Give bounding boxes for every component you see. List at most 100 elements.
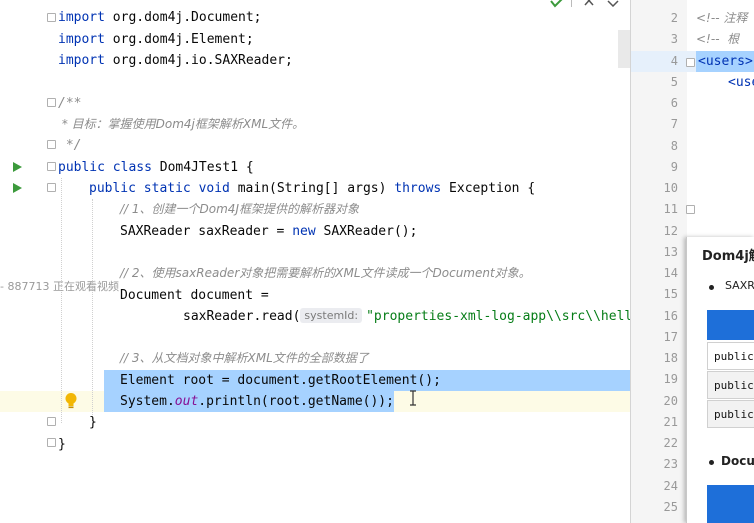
fold-marker[interactable] [47,98,56,107]
line-number: 20 [663,394,678,408]
xml-tag-user: <use [728,75,754,90]
keyword: throws [394,181,442,196]
line-number: 13 [663,245,678,259]
line-number: 6 [670,96,678,110]
code-text: saxReader.read( [183,309,301,324]
line-number: 9 [670,160,678,174]
code-line: System.out.println(root.getName()); [120,391,394,412]
fold-marker[interactable] [686,58,695,67]
line-number: 12 [663,224,678,238]
viewer-overlay: - 887713 正在观看视频 [0,280,119,293]
close-icon[interactable] [583,0,595,7]
line-number: 8 [670,139,678,153]
code-comment: // 3、从文档对象中解析XML文件的全部数据了 [120,351,369,365]
line-number: 7 [670,117,678,131]
fold-marker[interactable] [47,162,56,171]
xml-tag-users: <users> [696,51,754,72]
line-number: 18 [663,351,678,365]
code-line: } [89,415,97,430]
line-number: 5 [670,75,678,89]
doc-comment: * 目标：掌握使用Dom4j框架解析XML文件。 [58,117,305,131]
fold-marker[interactable] [47,13,56,22]
code-text: System. [120,394,175,409]
text-cursor-icon [410,390,416,406]
run-class-icon[interactable] [13,162,22,172]
table-cell: public [707,342,754,370]
keyword: new [292,224,316,239]
editor-scrollbar[interactable] [618,30,630,68]
line-number: 14 [663,266,678,280]
line-number: 21 [663,415,678,429]
code-text: Exception { [441,181,536,196]
code-line: import org.dom4j.Element; [58,29,254,50]
keyword: import [58,10,105,25]
doc-comment: */ [58,138,82,153]
parameter-hint: systemId: [300,308,363,323]
check-icon[interactable] [549,0,565,8]
line-number: 11 [663,202,678,216]
code-text: Dom4JTest1 { [151,160,254,175]
line-number: 4 [670,54,678,68]
code-text: org.dom4j.Element; [104,32,254,47]
documentation-panel: Dom4j解 SAXR public public public Docu [686,237,754,523]
indent-guide [61,178,62,423]
line-number: 22 [663,436,678,450]
code-text: SAXReader saxReader = [120,224,293,239]
main-editor[interactable]: import org.dom4j.Document; import org.do… [0,0,630,523]
static-field: out [174,394,199,409]
line-number: 10 [663,181,678,195]
code-line: import org.dom4j.io.SAXReader; [58,50,293,71]
code-line: import org.dom4j.Document; [58,7,262,28]
line-number: 2 [670,11,678,25]
fold-marker[interactable] [47,183,56,192]
line-number: 15 [663,287,678,301]
panel-title: Dom4j解 [702,249,754,264]
code-text: main(String[] args) [229,181,395,196]
keyword: public class [58,160,152,175]
fold-marker[interactable] [47,417,56,426]
fold-marker[interactable] [47,438,56,447]
indent-guide [92,199,93,423]
code-line: public class Dom4JTest1 { [58,157,254,178]
line-number: 24 [663,479,678,493]
table-header [707,310,754,340]
bullet-text: SAXR [725,279,754,292]
run-main-icon[interactable] [13,183,22,193]
code-line: SAXReader saxReader = new SAXReader(); [120,221,417,242]
line-number: 23 [663,457,678,471]
code-line: } [58,437,66,452]
bullet-text: Docu [721,454,754,468]
table-header [707,485,754,523]
code-text: org.dom4j.io.SAXReader; [104,53,293,68]
xml-comment: <!-- 根 [696,32,740,46]
code-line: public static void main(String[] args) t… [89,178,535,199]
fold-marker[interactable] [47,140,56,149]
code-line: saxReader.read(systemId: "properties-xml-… [183,306,630,327]
code-text: SAXReader(); [315,224,418,239]
code-comment: // 2、使用saxReader对象把需要解析的XML文件读成一个Documen… [120,266,531,280]
doc-comment: /** [58,96,82,111]
lightbulb-icon[interactable] [64,392,78,410]
fold-marker[interactable] [686,205,695,214]
line-number: 25 [663,500,678,514]
code-line: Element root = document.getRootElement()… [120,373,441,388]
bullet-icon [709,460,714,465]
code-text: .println(root.getName()); [198,394,394,409]
xml-comment: <!-- 注释 [696,11,748,25]
bullet-icon [709,285,714,290]
table-cell: public [707,400,754,428]
toolbar-divider [571,0,572,7]
keyword: import [58,53,105,68]
line-number: 3 [670,32,678,46]
code-text: org.dom4j.Document; [104,10,262,25]
keyword: public static void [89,181,230,196]
code-line: Document document = [120,288,269,303]
keyword: import [58,32,105,47]
line-number: 19 [663,372,678,386]
line-number: 16 [663,309,678,323]
table-cell: public [707,371,754,399]
chevron-down-icon[interactable] [607,0,619,7]
string-literal: "properties-xml-log-app\\src\\hell [366,309,630,324]
line-number: 17 [663,330,678,344]
code-comment: // 1、创建一个Dom4J框架提供的解析器对象 [120,202,359,216]
